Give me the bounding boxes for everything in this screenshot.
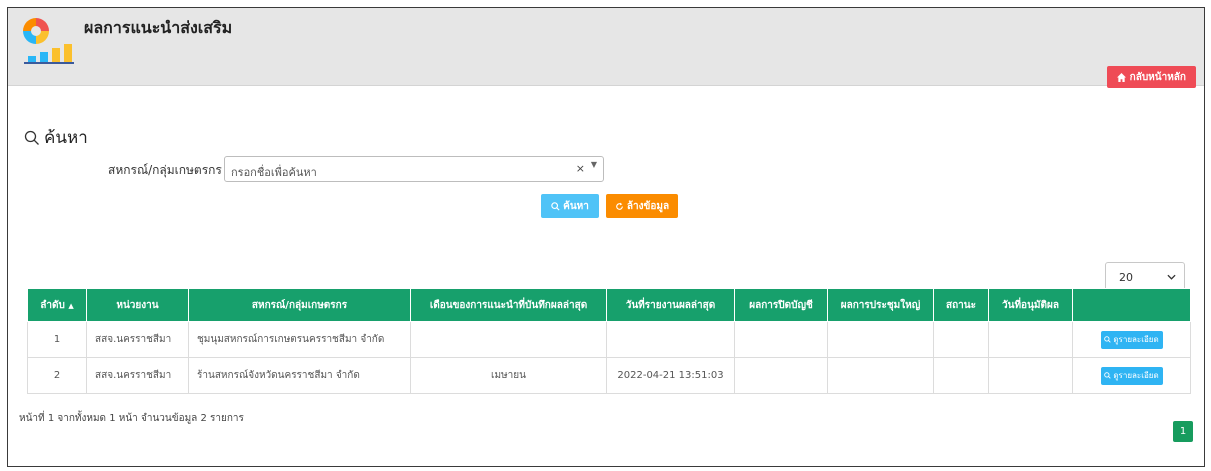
cell-report-date: 2022-04-21 13:51:03	[606, 357, 735, 394]
home-button-label: กลับหน้าหลัก	[1129, 71, 1186, 83]
column-header-closing: ผลการปิดบัญชี	[734, 288, 828, 322]
cell-status	[933, 321, 989, 358]
coop-search-placeholder: กรอกชื่อเพื่อค้นหา	[231, 166, 317, 179]
cell-meeting	[827, 357, 934, 394]
search-icon	[24, 130, 39, 145]
page-size-value: 20	[1119, 270, 1133, 284]
column-header-report-date: วันที่รายงานผลล่าสุด	[606, 288, 735, 322]
cell-status	[933, 357, 989, 394]
cell-approved	[988, 357, 1073, 394]
search-section-heading: ค้นหา	[24, 124, 88, 151]
sort-icon[interactable]: ▲	[68, 302, 73, 310]
coop-filter-label: สหกรณ์/กลุ่มเกษตรกร	[108, 163, 222, 177]
pagination-page-1[interactable]: 1	[1173, 421, 1193, 442]
column-header-order[interactable]: ลำดับ ▲	[27, 288, 87, 322]
cell-closing	[734, 357, 828, 394]
header-bar: ผลการแนะนำส่งเสริม	[8, 8, 1204, 86]
dropdown-caret-icon[interactable]: ▼	[591, 160, 597, 169]
cell-meeting	[827, 321, 934, 358]
cell-agency: สสจ.นครราชสีมา	[86, 321, 189, 358]
home-icon	[1116, 72, 1126, 82]
view-detail-button[interactable]: ดูรายละเอียด	[1100, 366, 1163, 385]
column-header-approved: วันที่อนุมัติผล	[988, 288, 1073, 322]
column-header-month: เดือนของการแนะนำที่บันทึกผลล่าสุด	[410, 288, 607, 322]
search-button-label: ค้นหา	[563, 200, 589, 212]
page-frame: ผลการแนะนำส่งเสริม กลับหน้าหลัก ค้นหา สห…	[7, 7, 1205, 467]
cell-order: 1	[27, 321, 87, 358]
chevron-down-icon	[1167, 274, 1176, 280]
cell-approved	[988, 321, 1073, 358]
clear-selection-icon[interactable]: ×	[576, 162, 585, 175]
cell-agency: สสจ.นครราชสีมา	[86, 357, 189, 394]
page-title: ผลการแนะนำส่งเสริม	[84, 18, 233, 37]
column-header-agency: หน่วยงาน	[86, 288, 189, 322]
column-header-coop: สหกรณ์/กลุ่มเกษตรกร	[188, 288, 411, 322]
table-row: 1 สสจ.นครราชสีมา ชุมนุมสหกรณ์การเกษตรนคร…	[27, 321, 1191, 358]
analytics-logo-icon	[22, 14, 74, 64]
cell-report-date	[606, 321, 735, 358]
cell-order: 2	[27, 357, 87, 394]
cell-month	[410, 321, 607, 358]
reset-button-label: ล้างข้อมูล	[626, 200, 670, 212]
table-header-row: ลำดับ ▲ หน่วยงาน สหกรณ์/กลุ่มเกษตรกร เดื…	[27, 288, 1191, 322]
home-button[interactable]: กลับหน้าหลัก	[1106, 66, 1196, 88]
column-header-meeting: ผลการประชุมใหญ่	[827, 288, 934, 322]
cell-actions: ดูรายละเอียด	[1072, 357, 1191, 394]
cell-closing	[734, 321, 828, 358]
refresh-icon	[616, 202, 623, 210]
search-button[interactable]: ค้นหา	[541, 194, 599, 218]
search-icon	[1104, 372, 1111, 379]
reset-button[interactable]: ล้างข้อมูล	[606, 194, 678, 218]
view-detail-button[interactable]: ดูรายละเอียด	[1100, 330, 1163, 349]
cell-month: เมษายน	[410, 357, 607, 394]
search-icon	[1104, 336, 1111, 343]
cell-actions: ดูรายละเอียด	[1072, 321, 1191, 358]
pagination-summary: หน้าที่ 1 จากทั้งหมด 1 หน้า จำนวนข้อมูล …	[19, 413, 244, 424]
cell-coop: ชุมนุมสหกรณ์การเกษตรนครราชสีมา จำกัด	[188, 321, 411, 358]
column-header-status: สถานะ	[933, 288, 989, 322]
results-table: ลำดับ ▲ หน่วยงาน สหกรณ์/กลุ่มเกษตรกร เดื…	[27, 288, 1191, 394]
search-heading-text: ค้นหา	[44, 128, 88, 148]
search-icon	[551, 201, 560, 211]
coop-search-select[interactable]: กรอกชื่อเพื่อค้นหา × ▼	[224, 156, 604, 182]
cell-coop: ร้านสหกรณ์จังหวัดนครราชสีมา จำกัด	[188, 357, 411, 394]
table-row: 2 สสจ.นครราชสีมา ร้านสหกรณ์จังหวัดนครราช…	[27, 357, 1191, 394]
column-header-actions	[1072, 288, 1191, 322]
